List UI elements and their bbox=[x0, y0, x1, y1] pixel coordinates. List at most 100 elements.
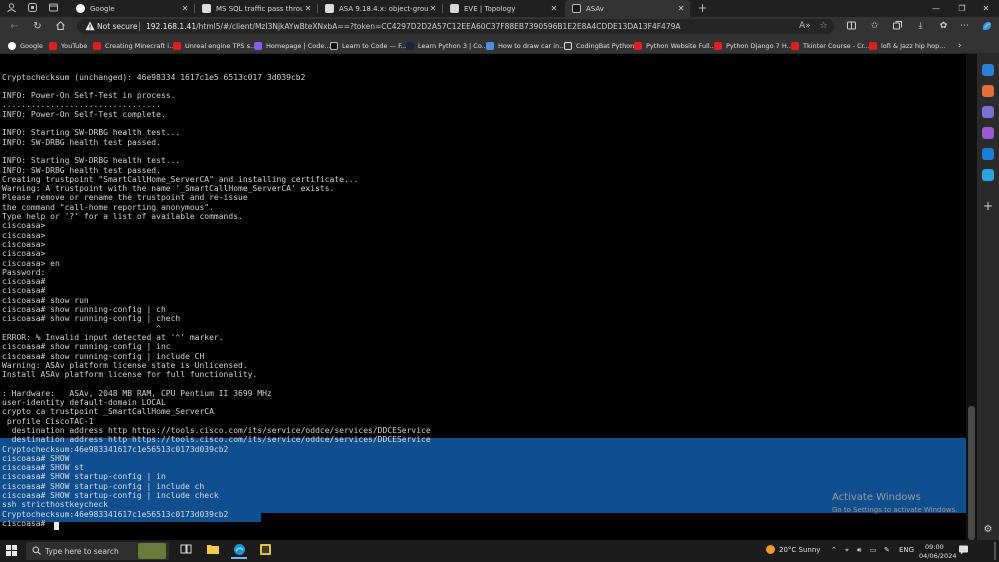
bookmark-codingbat[interactable]: CodingBat Python bbox=[564, 40, 634, 51]
site-icon bbox=[406, 41, 414, 50]
tab-label: EVE | Topology bbox=[464, 4, 516, 13]
input-language[interactable]: ENG bbox=[899, 546, 914, 554]
tab-google[interactable]: Google ✕ bbox=[69, 0, 194, 17]
bookmark-tkinter[interactable]: Tkinter Course - Cr... bbox=[791, 40, 870, 51]
close-tab-icon[interactable]: ✕ bbox=[303, 4, 313, 13]
close-tab-icon[interactable]: ✕ bbox=[676, 4, 686, 13]
taskbar-search-box[interactable]: Type here to search bbox=[26, 542, 169, 560]
terminal-line: ciscoasa# show running-config | include … bbox=[2, 351, 205, 361]
bookmark-label: YouTube bbox=[61, 41, 88, 50]
clock-date[interactable]: 04/06/2024 bbox=[919, 552, 956, 560]
google-icon bbox=[8, 41, 16, 50]
workspaces-icon[interactable] bbox=[26, 2, 39, 15]
favorite-star-icon[interactable]: ☆ bbox=[818, 21, 829, 32]
refresh-icon[interactable]: ↻ bbox=[31, 20, 44, 33]
sticky-app-icon[interactable] bbox=[257, 543, 273, 559]
sidebar-settings-icon[interactable]: ⚙ bbox=[982, 524, 994, 536]
shopping-icon[interactable] bbox=[982, 85, 994, 97]
file-explorer-icon[interactable] bbox=[205, 543, 221, 559]
edge-browser-icon[interactable] bbox=[231, 543, 247, 559]
windows-start-icon[interactable] bbox=[6, 545, 17, 556]
bookmark-lofi[interactable]: lofi & Jazz hip hop... bbox=[869, 40, 945, 51]
tab-actions-icon[interactable] bbox=[47, 2, 60, 15]
pen-icon[interactable]: ✎ bbox=[884, 546, 890, 554]
extensions-icon[interactable]: ✿ bbox=[937, 20, 950, 33]
new-tab-icon[interactable]: + bbox=[696, 2, 709, 15]
close-window-icon[interactable]: ✕ bbox=[975, 0, 997, 17]
bookmark-python-website[interactable]: Python Website Full... bbox=[634, 40, 716, 51]
clock-time[interactable]: 09:00 bbox=[925, 543, 944, 551]
bookmark-django[interactable]: Python Django 7 H... bbox=[714, 40, 793, 51]
not-secure-label[interactable]: Not secure bbox=[97, 22, 137, 31]
show-desktop-button[interactable] bbox=[994, 542, 996, 560]
downloads-icon[interactable]: ⤓ bbox=[914, 20, 927, 33]
search-sidebar-icon[interactable] bbox=[982, 64, 994, 76]
bookmark-label: Learn to Code — F... bbox=[342, 41, 407, 50]
bookmark-homepage[interactable]: Homepage | Code... bbox=[254, 40, 331, 51]
address-bar[interactable]: Not secure 192.168.1.41/html5/#/client/M… bbox=[77, 19, 834, 34]
games-icon[interactable] bbox=[982, 127, 994, 139]
tab-eve-topology[interactable]: EVE | Topology ✕ bbox=[443, 0, 563, 17]
outlook-icon[interactable] bbox=[982, 148, 994, 160]
favorites-icon[interactable]: ✩ bbox=[868, 20, 881, 33]
bookmark-freecodecamp[interactable]: Learn to Code — F... bbox=[330, 40, 407, 51]
back-icon[interactable]: ← bbox=[8, 20, 21, 33]
warning-icon[interactable] bbox=[85, 21, 95, 31]
url-text[interactable]: 192.168.1.41/html5/#/client/MzI3NjkAYwBt… bbox=[146, 22, 681, 31]
bookmark-minecraft[interactable]: Creating Minecraft i... bbox=[93, 40, 175, 51]
location-icon[interactable]: ⌖ bbox=[845, 546, 849, 555]
notifications-icon[interactable] bbox=[958, 544, 969, 557]
terminal-line: ciscoasa> bbox=[2, 239, 46, 249]
bookmark-draw-car[interactable]: How to draw car in... bbox=[486, 40, 565, 51]
terminal-line: ciscoasa# SHOW startup-config | in bbox=[2, 472, 166, 482]
copilot-icon[interactable] bbox=[980, 20, 993, 33]
url-path: /html5/#/client/MzI3NjkAYwBteXNxbA==?tok… bbox=[196, 22, 681, 31]
windows-taskbar: Type here to search 20°C Sunny ⌃ ⌖ 🔊︎ ▭ … bbox=[0, 540, 999, 562]
settings-more-icon[interactable]: ⋯ bbox=[958, 20, 971, 33]
bookmark-label: Unreal engine TPS s... bbox=[185, 41, 257, 50]
weather-text[interactable]: 20°C Sunny bbox=[779, 546, 820, 554]
task-view-icon[interactable] bbox=[178, 543, 194, 559]
search-placeholder: Type here to search bbox=[45, 547, 119, 556]
tab-ms-sql[interactable]: MS SQL traffic pass through the ✕ bbox=[195, 0, 317, 17]
speaker-icon[interactable]: 🔊︎ bbox=[857, 546, 861, 555]
terminal-line: ciscoasa# bbox=[2, 277, 46, 287]
terminal-scrollbar[interactable] bbox=[966, 54, 977, 540]
bookmark-label: Learn Python 3 | Co... bbox=[418, 41, 488, 50]
tab-asav[interactable]: ASAv ✕ bbox=[565, 0, 690, 17]
telegram-icon[interactable] bbox=[982, 169, 994, 181]
url-host: 192.168.1.41 bbox=[146, 22, 197, 31]
collections-icon[interactable] bbox=[891, 20, 904, 33]
add-sidebar-app-icon[interactable]: + bbox=[982, 200, 994, 212]
bookmark-google[interactable]: Google bbox=[8, 40, 43, 51]
bookmark-unreal[interactable]: Unreal engine TPS s... bbox=[173, 40, 256, 51]
bookmark-label: CodingBat Python bbox=[576, 41, 635, 50]
youtube-icon bbox=[173, 41, 181, 50]
terminal-line: ERROR: % Invalid input detected at '^' m… bbox=[2, 332, 224, 342]
more-bookmarks-icon[interactable]: › bbox=[958, 40, 962, 51]
document-icon bbox=[564, 41, 572, 50]
read-aloud-icon[interactable]: A» bbox=[799, 21, 811, 32]
profile-icon[interactable] bbox=[5, 2, 18, 15]
terminal-line: user-identity default-domain LOCAL bbox=[2, 398, 166, 407]
restore-icon[interactable]: ❐ bbox=[951, 0, 973, 17]
home-icon[interactable] bbox=[54, 20, 67, 33]
tab-asa[interactable]: ASA 9.18.4.x: object-group dupl ✕ bbox=[318, 0, 442, 17]
scrollbar-thumb[interactable] bbox=[968, 406, 975, 540]
terminal-line: ciscoasa# show run bbox=[2, 295, 89, 305]
network-icon[interactable]: ▭ bbox=[870, 546, 877, 554]
bookmark-youtube[interactable]: YouTube bbox=[49, 40, 87, 51]
minimize-icon[interactable]: — bbox=[925, 0, 947, 17]
bookmark-learn-python[interactable]: Learn Python 3 | Co... bbox=[406, 40, 488, 51]
weather-icon[interactable] bbox=[765, 544, 776, 557]
show-hidden-icons[interactable]: ⌃ bbox=[831, 546, 837, 554]
close-tab-icon[interactable]: ✕ bbox=[549, 4, 559, 13]
split-screen-icon[interactable] bbox=[845, 20, 858, 33]
youtube-icon bbox=[869, 41, 877, 50]
bookmark-label: lofi & Jazz hip hop... bbox=[881, 41, 946, 50]
bookmark-label: Tkinter Course - Cr... bbox=[803, 41, 870, 50]
close-tab-icon[interactable]: ✕ bbox=[180, 4, 190, 13]
tools-icon[interactable] bbox=[982, 106, 994, 118]
terminal-console[interactable]: Cryptochecksum (unchanged): 46e98334 161… bbox=[0, 54, 966, 540]
close-tab-icon[interactable]: ✕ bbox=[428, 4, 438, 13]
